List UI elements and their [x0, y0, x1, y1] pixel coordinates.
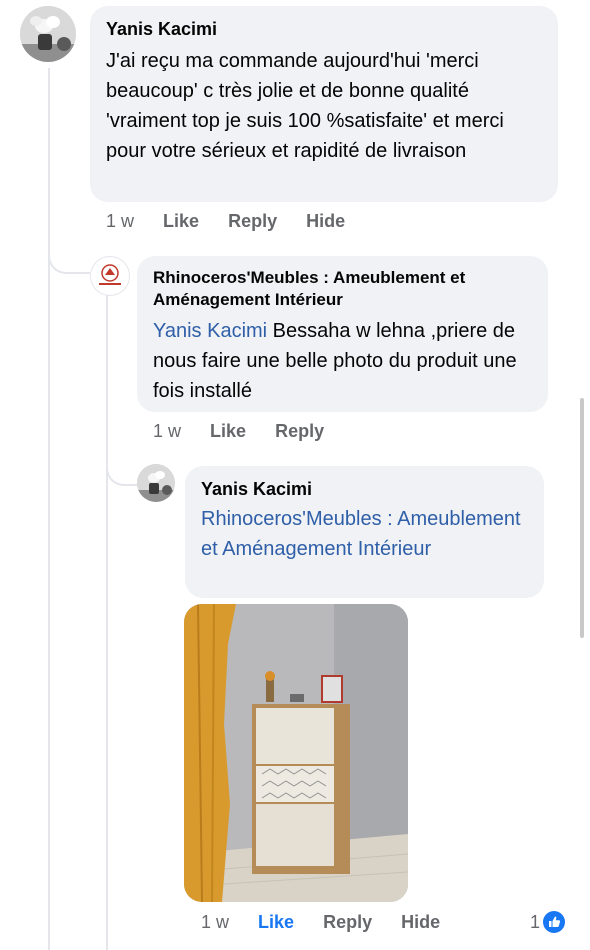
- reply-time[interactable]: 1 w: [153, 421, 181, 441]
- comment-bubble: Yanis Kacimi J'ai reçu ma commande aujou…: [90, 6, 558, 202]
- hide-button[interactable]: Hide: [306, 211, 345, 231]
- thread-curve-2: [106, 444, 138, 486]
- mention-link[interactable]: Yanis Kacimi: [153, 320, 267, 342]
- reply-button[interactable]: Reply: [323, 912, 372, 932]
- like-button-active[interactable]: Like: [258, 912, 294, 932]
- avatar-flowers-image: [137, 464, 175, 502]
- scrollbar-thumb[interactable]: [580, 398, 584, 638]
- reply-text-block: Yanis Kacimi Bessaha w lehna ,priere de …: [153, 316, 543, 406]
- reply-author[interactable]: Rhinoceros'Meubles : Ameublement et Amén…: [153, 267, 533, 311]
- like-button[interactable]: Like: [210, 421, 246, 441]
- reply-actions: 1 w Like Reply Hide: [201, 912, 464, 933]
- comment-text: J'ai reçu ma commande aujourd'hui 'merci…: [106, 50, 504, 162]
- attached-photo[interactable]: [184, 604, 408, 902]
- like-reaction-icon: [543, 911, 566, 933]
- reply-bubble: Yanis Kacimi Rhinoceros'Meubles : Ameubl…: [185, 466, 544, 598]
- comment-author[interactable]: Yanis Kacimi: [106, 18, 217, 40]
- thread-curve-1: [48, 230, 90, 274]
- comment-time[interactable]: 1 w: [106, 211, 134, 231]
- thread-line: [48, 68, 50, 950]
- avatar[interactable]: [20, 6, 76, 62]
- avatar-flowers-image: [20, 6, 76, 62]
- reply-button[interactable]: Reply: [228, 211, 277, 231]
- like-button[interactable]: Like: [163, 211, 199, 231]
- reply-bubble: Rhinoceros'Meubles : Ameublement et Amén…: [137, 256, 548, 412]
- comment-actions: 1 w Like Reply Hide: [106, 211, 369, 232]
- page-avatar[interactable]: [90, 256, 130, 296]
- hide-button[interactable]: Hide: [401, 912, 440, 932]
- avatar[interactable]: [137, 464, 175, 502]
- reaction-count: 1: [530, 911, 541, 932]
- thread-line-2: [106, 290, 108, 950]
- mention-link[interactable]: Rhinoceros'Meubles : Ameublement et Amén…: [201, 504, 536, 564]
- reply-actions: 1 w Like Reply: [153, 421, 348, 442]
- reply-button[interactable]: Reply: [275, 421, 324, 441]
- reply-author[interactable]: Yanis Kacimi: [201, 478, 312, 500]
- reply-time[interactable]: 1 w: [201, 912, 229, 932]
- cabinet-photo-image: [184, 604, 408, 902]
- rhinoceros-logo-icon: [99, 264, 121, 285]
- reaction-summary[interactable]: 1: [530, 910, 566, 934]
